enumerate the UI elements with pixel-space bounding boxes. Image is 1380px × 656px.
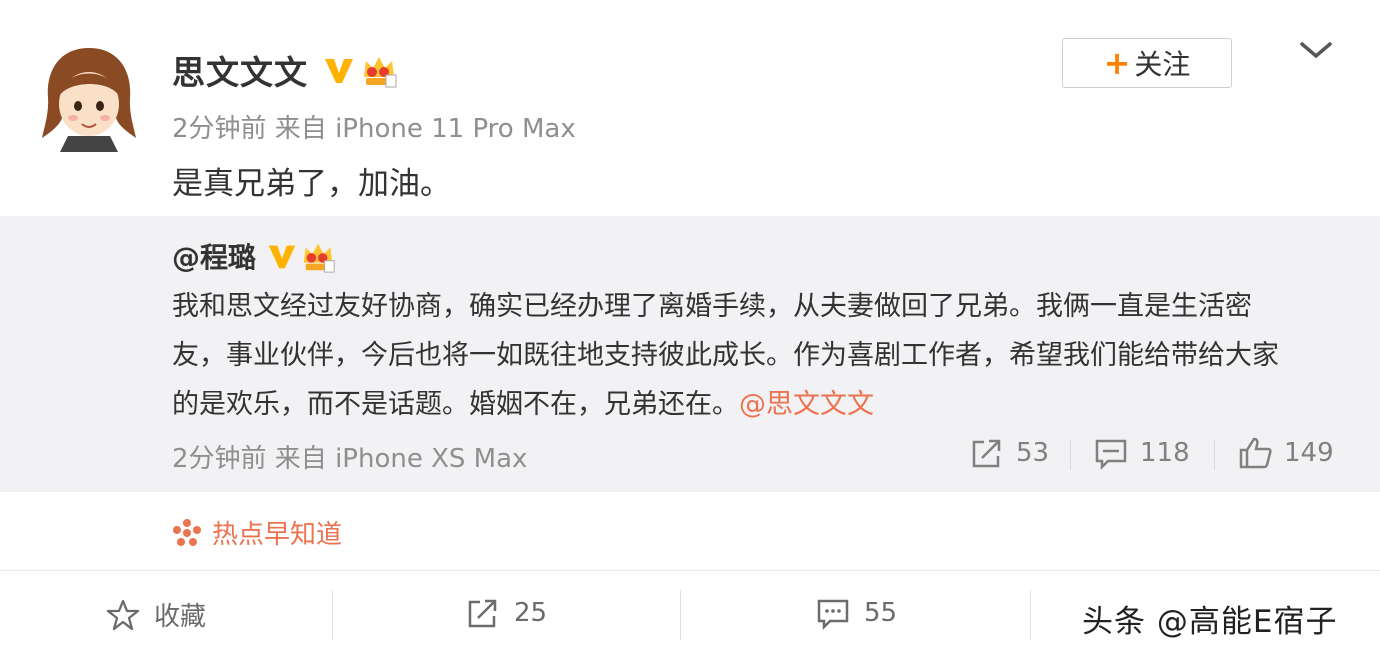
favorite-label: 收藏 [154, 602, 207, 632]
chevron-down-icon[interactable] [1298, 38, 1334, 62]
divider [680, 590, 681, 640]
avatar[interactable] [40, 44, 138, 152]
comment-icon [817, 599, 849, 630]
like-count: 149 [1284, 438, 1334, 468]
repost-body: 我和思文经过友好协商，确实已经办理了离婚手续，从夫妻做回了兄弟。我俩一直是生活密… [172, 282, 1342, 429]
watermark: 头条 @高能E宿子 [1082, 604, 1338, 640]
follow-button[interactable]: + 关注 [1062, 38, 1232, 88]
hot-icon [173, 518, 201, 546]
comment-count-button[interactable]: 118 [1094, 436, 1190, 470]
repost-icon [468, 599, 497, 628]
repost-author-row: @程璐 [172, 236, 336, 276]
plus-icon: + [1103, 44, 1131, 82]
repost-author-name[interactable]: @程璐 [172, 236, 256, 276]
repost-button[interactable]: 25 [466, 596, 547, 630]
post-author-row: 思文文文 [172, 46, 398, 94]
repost-count: 53 [1016, 438, 1050, 468]
post-author-name[interactable]: 思文文文 [172, 46, 308, 94]
post-meta: 2分钟前 来自 iPhone 11 Pro Max [172, 114, 576, 144]
crown-badge-icon [364, 57, 397, 88]
divider [1214, 440, 1215, 470]
comment-count: 55 [864, 598, 898, 628]
vip-v-icon [268, 245, 296, 269]
hot-topic-label: 热点早知道 [212, 520, 343, 550]
comment-button[interactable]: 55 [816, 596, 897, 630]
repost-count: 25 [514, 598, 548, 628]
repost-line: 的是欢乐，而不是话题。婚姻不在，兄弟还在。 [172, 389, 739, 420]
hot-topic-link[interactable]: 热点早知道 [172, 514, 342, 551]
repost-meta: 2分钟前 来自 iPhone XS Max [172, 444, 528, 474]
repost-count-button[interactable]: 53 [970, 436, 1049, 470]
divider [1070, 440, 1071, 470]
like-icon [1239, 437, 1272, 469]
divider [332, 590, 333, 640]
comment-count: 118 [1140, 438, 1190, 468]
favorite-button[interactable]: 收藏 [106, 596, 206, 633]
divider [1030, 590, 1031, 640]
repost-line: 友，事业伙伴，今后也将一如既往地支持彼此成长。作为喜剧工作者，希望我们能给带给大… [172, 340, 1279, 371]
follow-label: 关注 [1134, 48, 1191, 81]
repost-line-last: 的是欢乐，而不是话题。婚姻不在，兄弟还在。@思文文文 [172, 380, 1342, 429]
post-text: 是真兄弟了，加油。 [172, 166, 451, 202]
star-icon [106, 599, 140, 630]
repost-icon [972, 439, 1001, 468]
mention-link[interactable]: @思文文文 [739, 389, 874, 420]
vip-v-icon [325, 59, 353, 83]
divider [0, 570, 1380, 571]
like-count-button[interactable]: 149 [1238, 436, 1334, 470]
comment-icon [1095, 439, 1127, 470]
crown-badge-icon [303, 243, 335, 273]
repost-line: 我和思文经过友好协商，确实已经办理了离婚手续，从夫妻做回了兄弟。我俩一直是生活密 [172, 291, 1252, 322]
